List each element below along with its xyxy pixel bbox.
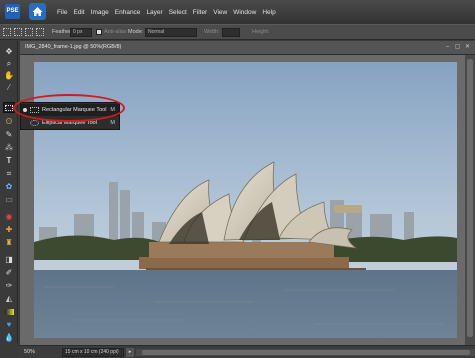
- document-title: IMG_2840_frame-1.jpg @ 50%(RGB/8): [25, 44, 122, 50]
- mode-select[interactable]: Normal: [145, 28, 197, 37]
- add-selection-icon[interactable]: [14, 28, 22, 36]
- eyedropper-tool-icon[interactable]: ⁄: [3, 82, 15, 93]
- status-menu-arrow-icon[interactable]: ▸: [126, 348, 134, 357]
- zoom-level: 50%: [24, 349, 36, 355]
- height-label: Height:: [252, 29, 270, 35]
- clone-stamp-tool-icon[interactable]: ♜: [3, 237, 15, 248]
- home-icon: [32, 7, 43, 16]
- move-tool-icon[interactable]: ✥: [3, 46, 15, 57]
- cookie-cutter-tool-icon[interactable]: ✿: [3, 181, 15, 192]
- menu-bar: PSE File Edit Image Enhance Layer Select…: [0, 0, 475, 24]
- subtract-selection-icon[interactable]: [25, 28, 33, 36]
- menu-filter[interactable]: Filter: [193, 9, 207, 16]
- rectangular-marquee-menu-item[interactable]: Rectangular Marquee Tool M: [21, 104, 119, 116]
- status-bar: 50% 15 cm x 10 cm (240 ppi) ▸: [18, 345, 475, 358]
- marquee-tool-icon[interactable]: [3, 102, 15, 113]
- quick-selection-tool-icon[interactable]: ✎: [3, 129, 15, 140]
- marquee-tool-flyout: Rectangular Marquee Tool M Elliptical Ma…: [20, 102, 120, 130]
- blur-tool-icon[interactable]: 💧: [3, 332, 15, 343]
- elliptical-marquee-menu-item[interactable]: Elliptical Marquee Tool M: [21, 117, 119, 129]
- vertical-scroll-thumb[interactable]: [467, 59, 473, 337]
- menu-enhance[interactable]: Enhance: [115, 9, 141, 16]
- menu-help[interactable]: Help: [262, 9, 275, 16]
- rect-marquee-icon: [30, 107, 39, 113]
- width-label: Width:: [204, 29, 220, 35]
- magic-wand-tool-icon[interactable]: ⁂: [3, 142, 15, 153]
- vertical-scrollbar[interactable]: [465, 55, 475, 345]
- menu-select[interactable]: Select: [169, 9, 187, 16]
- horizontal-scroll-thumb[interactable]: [142, 350, 470, 355]
- antialias-checkbox[interactable]: [96, 29, 102, 35]
- crop-tool-icon[interactable]: ⌗: [3, 168, 15, 179]
- lasso-tool-icon[interactable]: ʘ: [3, 116, 15, 127]
- home-button[interactable]: [29, 3, 46, 20]
- close-icon[interactable]: ✕: [464, 44, 471, 51]
- menu-file[interactable]: File: [57, 9, 67, 16]
- custom-shape-tool-icon[interactable]: ♥: [3, 319, 15, 330]
- maximize-icon[interactable]: ▢: [454, 44, 461, 51]
- new-selection-icon[interactable]: [3, 28, 11, 36]
- app-logo: PSE: [5, 4, 20, 19]
- document-size: 15 cm x 10 cm (240 ppi): [62, 348, 124, 357]
- selected-bullet-icon: [23, 108, 27, 112]
- tool-options-bar: Feather: 0 px Anti-alias Mode: Normal Wi…: [0, 24, 475, 40]
- ellipse-marquee-icon: [30, 120, 39, 126]
- minimize-icon[interactable]: –: [444, 44, 451, 51]
- hand-tool-icon[interactable]: ✋: [3, 70, 15, 81]
- gradient-tool-icon[interactable]: [3, 306, 15, 317]
- menu-window[interactable]: Window: [233, 9, 256, 16]
- straighten-tool-icon[interactable]: ▭: [3, 194, 15, 205]
- eraser-tool-icon[interactable]: ◨: [3, 254, 15, 265]
- mode-label: Mode:: [128, 29, 144, 35]
- antialias-label: Anti-alias: [104, 29, 127, 35]
- document-tab[interactable]: IMG_2840_frame-1.jpg @ 50%(RGB/8) – ▢ ✕: [20, 41, 475, 55]
- red-eye-tool-icon[interactable]: ◉: [3, 211, 15, 222]
- smart-brush-tool-icon[interactable]: ✑: [3, 280, 15, 291]
- toolbox: ✥ ⌕ ✋ ⁄ ʘ ✎ ⁂ T ⌗ ✿ ▭ ◉ ✚ ♜ ◨ ✐ ✑ ◭ ♥ 💧: [0, 41, 18, 343]
- photoshop-elements-window: PSE File Edit Image Enhance Layer Select…: [0, 0, 475, 358]
- horizontal-scrollbar[interactable]: [136, 349, 475, 356]
- healing-tool-icon[interactable]: ✚: [3, 224, 15, 235]
- menu-layer[interactable]: Layer: [146, 9, 162, 16]
- paint-bucket-tool-icon[interactable]: ◭: [3, 293, 15, 304]
- menu-image[interactable]: Image: [91, 9, 109, 16]
- menu-view[interactable]: View: [213, 9, 227, 16]
- feather-input[interactable]: 0 px: [70, 28, 92, 37]
- intersect-selection-icon[interactable]: [36, 28, 44, 36]
- type-tool-icon[interactable]: T: [3, 155, 15, 166]
- width-input[interactable]: [222, 28, 240, 37]
- zoom-tool-icon[interactable]: ⌕: [3, 58, 15, 69]
- menu-edit[interactable]: Edit: [73, 9, 84, 16]
- brush-tool-icon[interactable]: ✐: [3, 267, 15, 278]
